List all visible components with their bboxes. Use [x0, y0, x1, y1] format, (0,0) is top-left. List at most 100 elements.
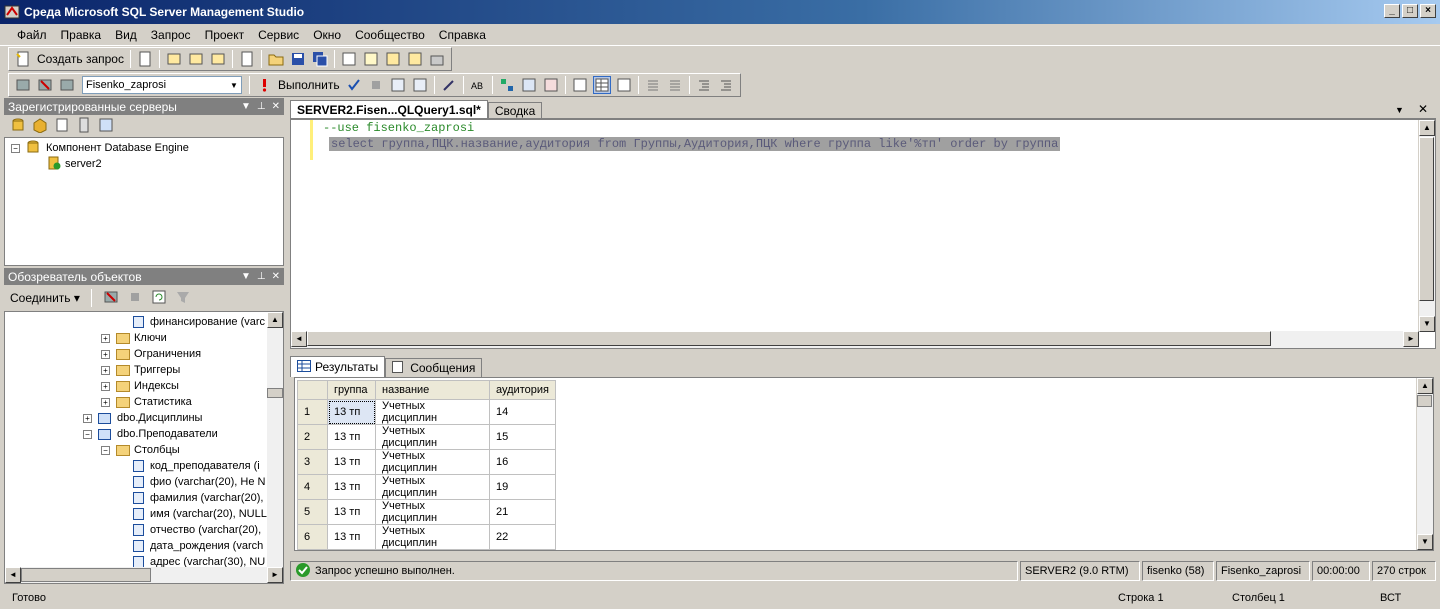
- tree-item[interactable]: дата_рождения (varch: [5, 538, 283, 554]
- mdx-query-icon[interactable]: [210, 51, 226, 67]
- grid-cell[interactable]: 22: [489, 524, 556, 550]
- results-to-text-icon[interactable]: [572, 77, 588, 93]
- grid-cell[interactable]: Учетных дисциплин: [375, 399, 490, 425]
- close-document-icon[interactable]: ✕: [1418, 102, 1428, 116]
- grid-cell[interactable]: Учетных дисциплин: [375, 524, 490, 550]
- tree-server-item[interactable]: server2: [11, 156, 277, 172]
- pin-icon[interactable]: ⊥: [257, 271, 266, 282]
- tab-messages[interactable]: Сообщения: [385, 358, 483, 377]
- new-query-button[interactable]: Создать запрос: [37, 52, 124, 66]
- change-connection-icon[interactable]: [59, 77, 75, 93]
- new-file-icon[interactable]: [137, 51, 153, 67]
- analysis-query-icon[interactable]: [188, 51, 204, 67]
- row-number[interactable]: 6: [297, 524, 328, 550]
- row-number[interactable]: 5: [297, 499, 328, 525]
- database-selector[interactable]: Fisenko_zaprosi ▼: [82, 76, 242, 94]
- column-header[interactable]: аудитория: [489, 380, 556, 400]
- row-number[interactable]: 1: [297, 399, 328, 425]
- refresh-icon[interactable]: [151, 289, 167, 308]
- grid-cell[interactable]: 16: [489, 449, 556, 475]
- expand-icon[interactable]: +: [101, 397, 110, 407]
- grid-cell[interactable]: 13 тп: [327, 549, 376, 550]
- dropdown-icon[interactable]: ▼: [241, 271, 251, 282]
- tree-item[interactable]: + dbo.Дисциплины: [5, 410, 283, 426]
- comment-icon[interactable]: [645, 77, 661, 93]
- expand-icon[interactable]: +: [101, 333, 110, 343]
- menu-edit[interactable]: Правка: [54, 28, 109, 42]
- object-explorer-hscroll[interactable]: ◄ ►: [5, 567, 283, 583]
- grid-cell[interactable]: Учетных дисциплин: [375, 474, 490, 500]
- save-icon[interactable]: [290, 51, 306, 67]
- column-header[interactable]: группа: [327, 380, 376, 400]
- tree-item[interactable]: имя (varchar(20), NULL: [5, 506, 283, 522]
- expand-icon[interactable]: +: [83, 413, 92, 423]
- tree-item[interactable]: фио (varchar(20), Не N: [5, 474, 283, 490]
- close-button[interactable]: ×: [1420, 4, 1436, 18]
- column-header[interactable]: название: [375, 380, 490, 400]
- close-panel-icon[interactable]: ✕: [272, 271, 280, 282]
- query-options-icon[interactable]: [521, 77, 537, 93]
- scroll-left-button[interactable]: ◄: [291, 331, 307, 347]
- tree-item[interactable]: фамилия (varchar(20),: [5, 490, 283, 506]
- db-query-icon[interactable]: [166, 51, 182, 67]
- scroll-up-button[interactable]: ▲: [267, 312, 283, 328]
- grid-cell[interactable]: 13 тп: [327, 499, 376, 525]
- file-icon[interactable]: [239, 51, 255, 67]
- collapse-icon[interactable]: −: [11, 143, 20, 153]
- tree-item[interactable]: + Ограничения: [5, 346, 283, 362]
- sql-mobile-icon[interactable]: [76, 117, 92, 136]
- query-designer-icon[interactable]: [390, 77, 406, 93]
- maximize-button[interactable]: □: [1402, 4, 1418, 18]
- toolbox-icon[interactable]: [429, 51, 445, 67]
- pin-icon[interactable]: ⊥: [257, 101, 266, 112]
- expand-icon[interactable]: +: [101, 381, 110, 391]
- results-to-file-icon[interactable]: [616, 77, 632, 93]
- disconnect-icon[interactable]: [37, 77, 53, 93]
- increase-indent-icon[interactable]: [718, 77, 734, 93]
- tab-results[interactable]: Результаты: [290, 356, 386, 377]
- tree-item[interactable]: + Ключи: [5, 330, 283, 346]
- tree-db-engine-root[interactable]: − Компонент Database Engine: [11, 140, 277, 156]
- menu-window[interactable]: Окно: [306, 28, 348, 42]
- save-all-icon[interactable]: [312, 51, 328, 67]
- expand-icon[interactable]: +: [101, 349, 110, 359]
- scroll-left-button[interactable]: ◄: [5, 567, 21, 583]
- menu-query[interactable]: Запрос: [144, 28, 198, 42]
- results-to-grid-icon[interactable]: [592, 76, 611, 94]
- disconnect-icon[interactable]: [103, 289, 119, 308]
- collapse-icon[interactable]: −: [101, 445, 110, 455]
- scroll-thumb[interactable]: [1419, 137, 1434, 301]
- table-row[interactable]: 3 13 тп Учетных дисциплин 16: [297, 449, 556, 475]
- execute-button[interactable]: Выполнить: [278, 78, 340, 92]
- collapse-icon[interactable]: −: [83, 429, 92, 439]
- dropdown-icon[interactable]: ▼: [241, 101, 251, 112]
- intellisense-icon[interactable]: [543, 77, 559, 93]
- grid-cell[interactable]: Учетных дисциплин: [375, 424, 490, 450]
- query-editor[interactable]: --use fisenko_zaprosi select группа,ПЦК.…: [290, 119, 1436, 349]
- include-stats-icon[interactable]: [412, 77, 428, 93]
- specify-values-icon[interactable]: [441, 77, 457, 93]
- show-estimated-plan-icon[interactable]: [499, 77, 515, 93]
- grid-cell[interactable]: 13 тп: [327, 449, 376, 475]
- tree-item[interactable]: финансирование (varc: [5, 314, 283, 330]
- menu-tools[interactable]: Сервис: [251, 28, 306, 42]
- grid-cell[interactable]: 19: [489, 474, 556, 500]
- reporting-services-icon[interactable]: [54, 117, 70, 136]
- integration-services-icon[interactable]: [98, 117, 114, 136]
- grid-cell[interactable]: 13 тп: [327, 399, 376, 425]
- minimize-button[interactable]: _: [1384, 4, 1400, 18]
- table-row[interactable]: 5 13 тп Учетных дисциплин 21: [297, 499, 556, 525]
- object-explorer-icon[interactable]: [363, 51, 379, 67]
- connect-icon[interactable]: [15, 77, 31, 93]
- tab-query[interactable]: SERVER2.Fisen...QLQuery1.sql*: [290, 100, 488, 118]
- properties-icon[interactable]: [341, 51, 357, 67]
- menu-project[interactable]: Проект: [198, 28, 252, 42]
- row-number[interactable]: 3: [297, 449, 328, 475]
- hscroll-thumb[interactable]: [21, 568, 151, 582]
- grid-vscroll[interactable]: ▲ ▼: [1416, 378, 1433, 550]
- grid-cell[interactable]: 14: [489, 399, 556, 425]
- menu-help[interactable]: Справка: [432, 28, 493, 42]
- grid-cell[interactable]: 13 тп: [327, 524, 376, 550]
- scroll-down-button[interactable]: ▼: [1419, 316, 1435, 332]
- grid-cell[interactable]: 23: [489, 549, 556, 550]
